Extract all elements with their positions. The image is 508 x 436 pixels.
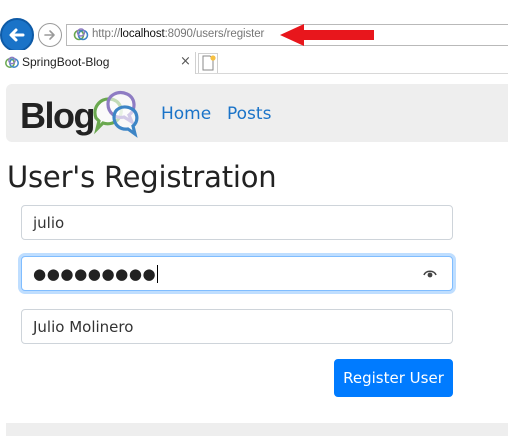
page-title: User's Registration <box>7 160 277 194</box>
tab-strip: SpringBoot-Blog × <box>0 50 508 74</box>
full-name-field[interactable]: Julio Molinero <box>21 309 453 344</box>
new-tab-icon <box>202 55 216 71</box>
back-button[interactable] <box>0 18 34 52</box>
url-host: localhost <box>120 28 165 40</box>
username-field[interactable]: julio <box>21 205 453 240</box>
arrow-right-icon <box>44 30 55 40</box>
site-navbar: Blog Home Posts <box>6 84 508 142</box>
brand-logo[interactable]: Blog <box>20 88 150 140</box>
speech-bubbles-icon <box>93 91 139 138</box>
username-value: julio <box>33 213 65 232</box>
site-favicon-icon <box>5 56 19 68</box>
url-scheme: http:// <box>92 28 121 40</box>
url-path: :8090/users/register <box>164 28 265 40</box>
brand-name: Blog <box>20 95 95 136</box>
register-user-button[interactable]: Register User <box>334 359 453 397</box>
nav-link-home[interactable]: Home <box>161 104 211 124</box>
eye-icon[interactable] <box>423 268 437 278</box>
nav-link-posts[interactable]: Posts <box>227 104 271 124</box>
new-tab-button[interactable] <box>198 53 218 73</box>
footer <box>6 423 508 436</box>
site-favicon-icon <box>73 28 89 41</box>
url-text[interactable]: http://localhost:8090/users/register <box>92 28 264 40</box>
tab-title: SpringBoot-Blog <box>22 55 110 69</box>
password-field[interactable]: ●●●●●●●●● <box>21 256 453 291</box>
arrow-left-icon <box>9 28 25 42</box>
tab-springboot-blog[interactable]: SpringBoot-Blog × <box>0 52 196 74</box>
browser-toolbar: http://localhost:8090/users/register <box>0 0 508 52</box>
password-mask: ●●●●●●●●● <box>33 264 157 283</box>
close-icon[interactable]: × <box>180 54 191 69</box>
text-caret <box>157 264 159 283</box>
forward-button[interactable] <box>38 23 62 47</box>
red-arrow-left-icon <box>280 24 374 46</box>
full-name-value: Julio Molinero <box>33 317 134 336</box>
